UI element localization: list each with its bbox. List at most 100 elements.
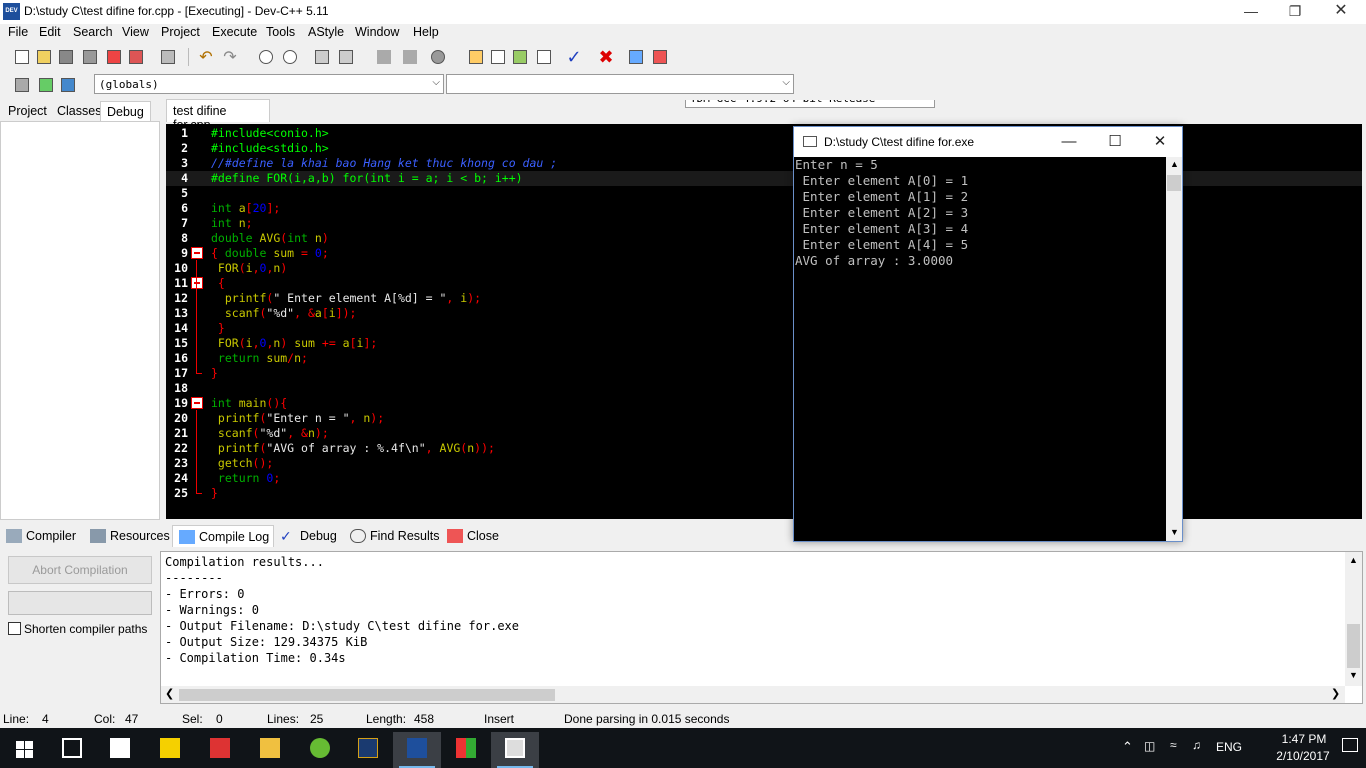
tab-compiler[interactable]: Compiler <box>0 525 80 547</box>
log-vertical-scrollbar[interactable]: ▲ ▼ <box>1345 552 1362 686</box>
menu-tools[interactable]: Tools <box>266 25 295 39</box>
goto-back-icon[interactable] <box>374 47 394 67</box>
log-horizontal-scrollbar[interactable]: ❮ ❯ <box>161 686 1345 703</box>
clock-date[interactable]: 2/10/2017 <box>1268 749 1338 763</box>
tab-find-results[interactable]: Find Results <box>344 525 443 547</box>
close-icon[interactable]: ✕ <box>1318 0 1364 24</box>
code-token: , <box>349 411 364 425</box>
scroll-up-icon[interactable]: ▲ <box>1170 159 1179 169</box>
stop-execution-icon[interactable]: ✖ <box>596 47 616 67</box>
code-token: } <box>211 321 225 335</box>
compile-log[interactable]: Compilation results... -------- - Errors… <box>160 551 1363 704</box>
chevron-up-icon[interactable]: ⌃ <box>1122 739 1133 755</box>
wifi-icon[interactable]: ≈ <box>1170 738 1177 752</box>
tab-resources[interactable]: Resources <box>84 525 174 547</box>
console-scroll-thumb[interactable] <box>1167 175 1181 191</box>
member-select[interactable]: ⌵ <box>446 74 794 94</box>
fold-marker-avg[interactable] <box>191 247 203 259</box>
code-token: double <box>211 231 260 245</box>
network-icon[interactable]: ◫ <box>1144 739 1155 753</box>
scroll-up-icon[interactable]: ▲ <box>1349 555 1358 565</box>
menu-execute[interactable]: Execute <box>212 25 257 39</box>
check-syntax-icon[interactable]: ✓ <box>564 47 584 67</box>
replace-icon[interactable] <box>280 47 300 67</box>
goto-icon[interactable] <box>36 75 56 95</box>
open-file-icon[interactable] <box>34 47 54 67</box>
clock-time[interactable]: 1:47 PM <box>1274 732 1334 746</box>
console-close-icon[interactable]: ✕ <box>1137 127 1183 157</box>
save-icon[interactable] <box>56 47 76 67</box>
volume-icon[interactable]: ♫ <box>1192 738 1201 752</box>
console-minimize-icon[interactable]: — <box>1046 127 1092 157</box>
menu-astyle[interactable]: AStyle <box>308 25 344 39</box>
save-all-icon[interactable] <box>80 47 100 67</box>
line-number: 7 <box>181 216 188 230</box>
shorten-paths-checkbox[interactable] <box>8 622 21 635</box>
tab-project[interactable]: Project <box>2 101 53 122</box>
grid-icon[interactable] <box>534 47 554 67</box>
abort-compilation-button[interactable]: Abort Compilation <box>8 556 152 584</box>
log-vscroll-thumb[interactable] <box>1347 624 1360 668</box>
game-icon[interactable] <box>344 732 392 768</box>
console-maximize-icon[interactable]: ☐ <box>1092 127 1138 157</box>
unindent-icon[interactable] <box>336 47 356 67</box>
goto-forward-icon[interactable] <box>400 47 420 67</box>
minimize-icon[interactable]: — <box>1228 0 1274 24</box>
file-explorer-icon[interactable] <box>246 732 294 768</box>
menu-search[interactable]: Search <box>73 25 113 39</box>
app-icon-red[interactable] <box>196 732 244 768</box>
store-icon[interactable] <box>96 732 144 768</box>
scope-select[interactable]: (globals) ⌵ <box>94 74 444 94</box>
scroll-left-icon[interactable]: ❮ <box>165 687 174 700</box>
console-scrollbar[interactable]: ▲ ▼ <box>1166 157 1182 541</box>
layout-icon[interactable] <box>510 47 530 67</box>
window-icon[interactable] <box>488 47 508 67</box>
log-hscroll-thumb[interactable] <box>179 689 555 701</box>
menu-file[interactable]: File <box>8 25 28 39</box>
tab-debug-bottom[interactable]: ✓ Debug <box>274 525 341 547</box>
status-lines-value: 25 <box>310 712 324 726</box>
tab-classes[interactable]: Classes <box>51 101 108 122</box>
undo-icon[interactable]: ↶ <box>196 47 216 67</box>
indent-icon[interactable] <box>312 47 332 67</box>
new-file-icon[interactable] <box>12 47 32 67</box>
windows-app-icon[interactable] <box>442 732 490 768</box>
redo-icon[interactable]: ↷ <box>220 47 240 67</box>
scroll-down-icon[interactable]: ▼ <box>1349 670 1358 680</box>
scroll-right-icon[interactable]: ❯ <box>1331 687 1340 700</box>
insert-icon[interactable] <box>12 75 32 95</box>
line-number: 24 <box>174 471 188 485</box>
tab-debug[interactable]: Debug <box>100 101 151 122</box>
profile-icon[interactable] <box>650 47 670 67</box>
console-output[interactable]: Enter n = 5 Enter element A[0] = 1 Enter… <box>794 157 1166 541</box>
print-icon[interactable] <box>158 47 178 67</box>
console-taskbar-icon[interactable] <box>491 732 539 768</box>
menu-window[interactable]: Window <box>355 25 399 39</box>
code-line: return 0; <box>211 471 280 485</box>
menu-project[interactable]: Project <box>161 25 200 39</box>
language-indicator[interactable]: ENG <box>1216 740 1242 754</box>
chart-icon[interactable] <box>626 47 646 67</box>
browser-icon[interactable] <box>296 732 344 768</box>
close-file-icon[interactable] <box>104 47 124 67</box>
toggle-bookmark-icon[interactable] <box>428 47 448 67</box>
start-button[interactable] <box>0 732 48 768</box>
tile-icon[interactable] <box>466 47 486 67</box>
menu-help[interactable]: Help <box>413 25 439 39</box>
tab-compile-log[interactable]: Compile Log <box>172 525 275 547</box>
editor-tab[interactable]: test difine for.cpp <box>166 99 270 132</box>
find-icon[interactable] <box>256 47 276 67</box>
menu-edit[interactable]: Edit <box>39 25 61 39</box>
devcpp-taskbar-icon[interactable] <box>393 732 441 768</box>
notifications-icon[interactable] <box>1342 738 1358 752</box>
menu-view[interactable]: View <box>122 25 149 39</box>
task-view-icon[interactable] <box>48 732 96 768</box>
close-all-icon[interactable] <box>126 47 146 67</box>
console-icon <box>803 136 817 147</box>
bookmark-icon[interactable] <box>58 75 78 95</box>
sticky-notes-icon[interactable] <box>146 732 194 768</box>
restore-icon[interactable]: ❐ <box>1272 0 1318 24</box>
fold-marker-main[interactable] <box>191 397 203 409</box>
fold-marker-block[interactable] <box>191 277 203 289</box>
tab-close[interactable]: Close <box>441 525 503 547</box>
